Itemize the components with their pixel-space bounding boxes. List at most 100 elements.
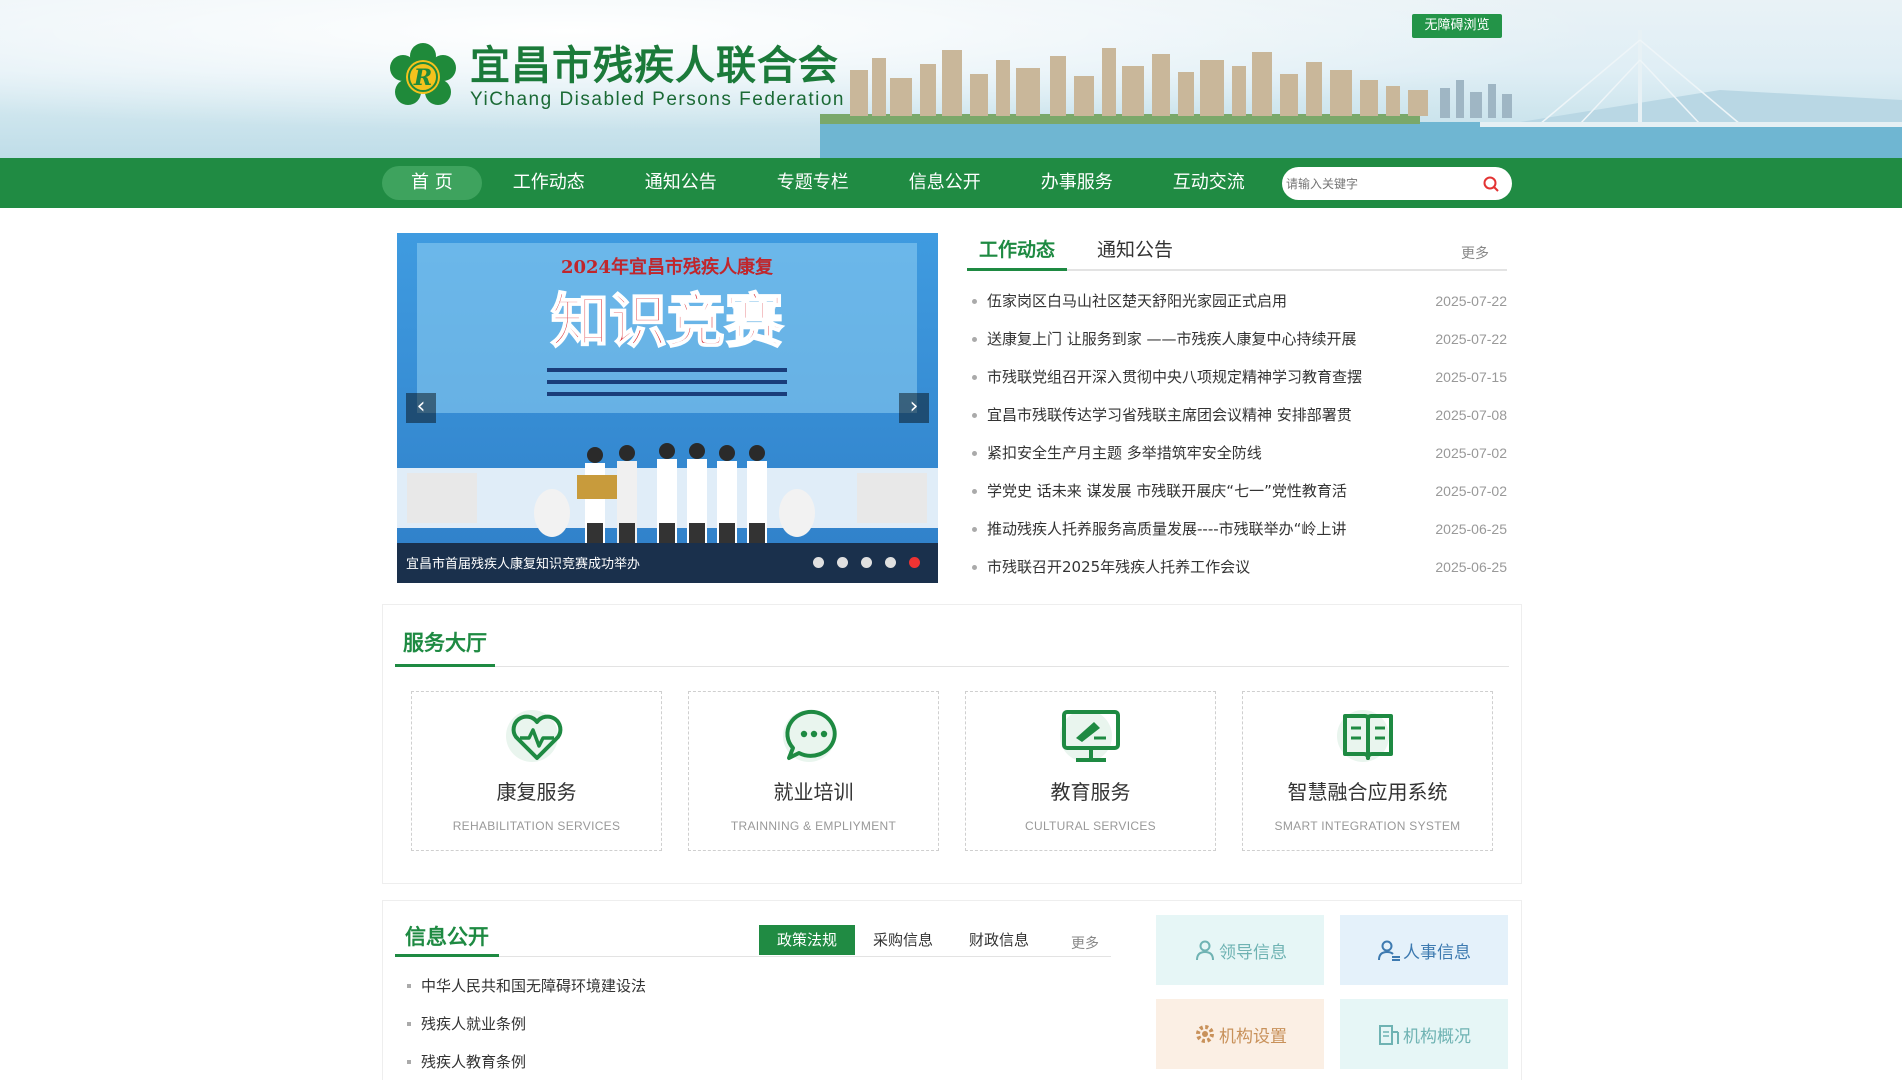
carousel-caption-bar: 宜昌市首届残疾人康复知识竞赛成功举办 [397, 543, 938, 583]
service-name-en: TRAINNING & EMPLIYMENT [730, 819, 897, 833]
news-title[interactable]: 学党史 话未来 谋发展 市残联开展庆“七一”党性教育活 [987, 472, 1387, 510]
tab-procurement[interactable]: 采购信息 [855, 925, 951, 955]
monitor-icon [1060, 710, 1120, 762]
service-name: 智慧融合应用系统 [1287, 780, 1448, 804]
carousel-next-button[interactable]: › [899, 393, 929, 423]
info-list: 中华人民共和国无障碍环境建设法 残疾人就业条例 残疾人教育条例 [405, 967, 646, 1080]
service-hall-section: 服务大厅 康复服务 REHABILITATION SERVICES 就业培训 T… [382, 604, 1522, 884]
news-more-link[interactable]: 更多 [1461, 243, 1489, 263]
info-item[interactable]: 残疾人教育条例 [405, 1043, 646, 1080]
info-public-title: 信息公开 [395, 921, 499, 957]
gear-icon [1196, 1025, 1214, 1043]
nav-item-notices[interactable]: 通知公告 [616, 166, 746, 200]
news-title[interactable]: 送康复上门 让服务到家 ——市残疾人康复中心持续开展 [987, 320, 1387, 358]
tab-policies[interactable]: 政策法规 [759, 925, 856, 955]
service-name-en: CULTURAL SERVICES [1025, 819, 1156, 833]
news-date: 2025-07-02 [1435, 445, 1507, 461]
nav-item-info-public[interactable]: 信息公开 [880, 166, 1010, 200]
quick-link-overview[interactable]: 机构概况 [1340, 999, 1508, 1069]
accessibility-button[interactable]: 无障碍浏览 [1412, 14, 1502, 38]
carousel-slide-image: 2024年宜昌市残疾人康复 知识竞赛 [397, 233, 938, 583]
news-date: 2025-07-15 [1435, 369, 1507, 385]
nav-item-work-news[interactable]: 工作动态 [484, 166, 614, 200]
news-date: 2025-07-22 [1435, 293, 1507, 309]
news-panel: 工作动态 通知公告 更多 伍家岗区白马山社区楚天舒阳光家园正式启用 2025-07… [967, 233, 1507, 586]
quick-link-personnel[interactable]: 人事信息 [1340, 915, 1508, 985]
nav-item-services[interactable]: 办事服务 [1012, 166, 1142, 200]
news-date: 2025-06-25 [1435, 521, 1507, 537]
news-title[interactable]: 伍家岗区白马山社区楚天舒阳光家园正式启用 [987, 282, 1387, 320]
person-icon [1196, 940, 1214, 961]
news-date: 2025-07-08 [1435, 407, 1507, 423]
news-item[interactable]: 市残联召开2025年残疾人托养工作会议 2025-06-25 [967, 548, 1507, 586]
news-item[interactable]: 宜昌市残联传达学习省残联主席团会议精神 安排部署贯 2025-07-08 [967, 396, 1507, 434]
carousel-caption[interactable]: 宜昌市首届残疾人康复知识竞赛成功举办 [406, 553, 640, 572]
news-carousel[interactable]: 2024年宜昌市残疾人康复 知识竞赛 ‹ › 宜昌市首届残疾人康复知识竞赛成功举… [397, 233, 938, 583]
info-item[interactable]: 中华人民共和国无障碍环境建设法 [405, 967, 646, 1005]
quick-link-label: 人事信息 [1403, 942, 1471, 963]
news-tabs: 工作动态 通知公告 更多 [967, 233, 1507, 271]
person-list-icon [1378, 940, 1400, 961]
news-item[interactable]: 学党史 话未来 谋发展 市残联开展庆“七一”党性教育活 2025-07-02 [967, 472, 1507, 510]
heart-pulse-icon [506, 710, 563, 762]
carousel-dot[interactable] [837, 557, 848, 568]
header-banner: R 宜昌市残疾人联合会 YiChang Disabled Persons Fed… [0, 0, 1902, 158]
news-title[interactable]: 市残联召开2025年残疾人托养工作会议 [987, 548, 1387, 586]
news-item[interactable]: 推动残疾人托养服务高质量发展----市残联举办“岭上讲 2025-06-25 [967, 510, 1507, 548]
news-item[interactable]: 送康复上门 让服务到家 ——市残疾人康复中心持续开展 2025-07-22 [967, 320, 1507, 358]
service-name: 康复服务 [496, 780, 577, 804]
svg-text:R: R [413, 65, 432, 91]
news-title[interactable]: 市残联党组召开深入贯彻中央八项规定精神学习教育查摆 [987, 358, 1387, 396]
carousel-dot-active[interactable] [909, 557, 920, 568]
search-input[interactable] [1286, 174, 1472, 194]
info-public-tabs: 政策法规 采购信息 财政信息 [759, 925, 1047, 955]
news-date: 2025-07-02 [1435, 483, 1507, 499]
nav-item-interaction[interactable]: 互动交流 [1144, 166, 1274, 200]
news-item[interactable]: 紧扣安全生产月主题 多举措筑牢安全防线 2025-07-02 [967, 434, 1507, 472]
carousel-dot[interactable] [885, 557, 896, 568]
news-date: 2025-06-25 [1435, 559, 1507, 575]
news-title[interactable]: 紧扣安全生产月主题 多举措筑牢安全防线 [987, 434, 1387, 472]
book-icon [1337, 710, 1393, 762]
news-list: 伍家岗区白马山社区楚天舒阳光家园正式启用 2025-07-22 送康复上门 让服务… [967, 282, 1507, 586]
info-public-section: 信息公开 政策法规 采购信息 财政信息 更多 中华人民共和国无障碍环境建设法 残… [382, 900, 1522, 1080]
chat-bubble-icon [783, 709, 837, 762]
news-item[interactable]: 市残联党组召开深入贯彻中央八项规定精神学习教育查摆 2025-07-15 [967, 358, 1507, 396]
news-title[interactable]: 宜昌市残联传达学习省残联主席团会议精神 安排部署贯 [987, 396, 1387, 434]
carousel-prev-button[interactable]: ‹ [406, 393, 436, 423]
tab-work-news[interactable]: 工作动态 [967, 235, 1068, 271]
service-card-smart-system[interactable]: 智慧融合应用系统 SMART INTEGRATION SYSTEM [1242, 691, 1493, 851]
service-card-education[interactable]: 教育服务 CULTURAL SERVICES [965, 691, 1216, 851]
news-item[interactable]: 伍家岗区白马山社区楚天舒阳光家园正式启用 2025-07-22 [967, 282, 1507, 320]
search-icon[interactable] [1482, 175, 1500, 193]
nav-item-special-topics[interactable]: 专题专栏 [748, 166, 878, 200]
city-skyline-image [820, 30, 1902, 158]
document-icon [1379, 1025, 1399, 1045]
site-logo[interactable]: R 宜昌市残疾人联合会 YiChang Disabled Persons Fed… [388, 42, 845, 112]
slide-banner-line2: 知识竞赛 [551, 287, 784, 355]
info-item[interactable]: 残疾人就业条例 [405, 1005, 646, 1043]
service-card-employment[interactable]: 就业培训 TRAINNING & EMPLIYMENT [688, 691, 939, 851]
info-more-link[interactable]: 更多 [1071, 933, 1099, 953]
slide-banner-line1: 2024年宜昌市残疾人康复 [561, 256, 774, 278]
quick-link-structure[interactable]: 机构设置 [1156, 999, 1324, 1069]
service-card-rehabilitation[interactable]: 康复服务 REHABILITATION SERVICES [411, 691, 662, 851]
quick-link-label: 机构设置 [1219, 1026, 1287, 1047]
service-cards: 康复服务 REHABILITATION SERVICES 就业培训 TRAINN… [411, 691, 1519, 851]
service-hall-title: 服务大厅 [395, 627, 495, 667]
info-public-header: 信息公开 政策法规 采购信息 财政信息 更多 [395, 915, 1111, 957]
carousel-dots [800, 557, 920, 568]
quick-link-leaders[interactable]: 领导信息 [1156, 915, 1324, 985]
tab-notices[interactable]: 通知公告 [1097, 235, 1173, 271]
service-name: 教育服务 [1050, 780, 1131, 804]
carousel-dot[interactable] [813, 557, 824, 568]
search-box [1282, 167, 1512, 200]
service-hall-header: 服务大厅 [395, 619, 1509, 667]
carousel-dot[interactable] [861, 557, 872, 568]
main-nav: 首 页 工作动态 通知公告 专题专栏 信息公开 办事服务 互动交流 [0, 158, 1902, 208]
quick-link-label: 机构概况 [1403, 1026, 1471, 1047]
service-name: 就业培训 [773, 780, 854, 804]
news-title[interactable]: 推动残疾人托养服务高质量发展----市残联举办“岭上讲 [987, 510, 1387, 548]
tab-finance[interactable]: 财政信息 [951, 925, 1047, 955]
nav-item-home[interactable]: 首 页 [382, 166, 482, 200]
